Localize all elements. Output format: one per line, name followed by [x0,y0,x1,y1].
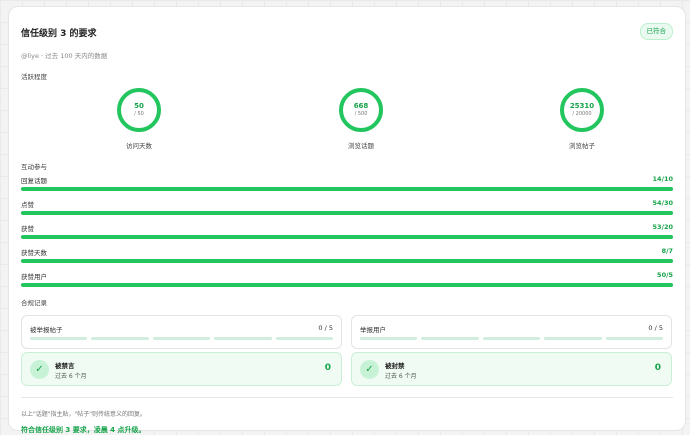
divider [21,397,673,398]
footer-note: 以上"话题"指主贴，"帖子"则传统意义的回复。 [21,411,147,418]
bar-fill [21,283,673,287]
activity-section-label: 活跃程度 [21,73,47,81]
bar-label: 获赞天数 [21,249,47,257]
ring-graphic [560,88,604,132]
bar-replies: 回复话题 14/10 [21,171,673,195]
ring-fill [117,88,161,132]
box-label: 被举报帖子 [30,326,63,334]
progress-ring: 668 / 500 [338,87,384,133]
bar-count: 14/10 [652,175,673,183]
activity-rings: 50 / 50 访问天数 668 / 500 浏览话题 25310 / 2000… [21,87,673,159]
bar-fill [21,187,673,191]
bar-track [21,235,673,239]
ring-goal: / 500 [354,111,368,117]
page-title: 信任级别 3 的要求 [21,29,97,39]
segment-bar [360,337,664,340]
bar-count: 50/5 [657,271,673,279]
suspended-box: ✓ 被封禁 过去 6 个月 0 [351,352,672,386]
ring-label: 访问天数 [126,142,152,150]
bar-liked-users: 获赞用户 50/5 [21,267,673,291]
ring-value: 50 [134,102,144,110]
box-count: 0 / 5 [318,324,333,332]
ring-goal: / 50 [134,111,144,117]
ring-value: 25310 [569,102,595,110]
ok-subtitle: 过去 6 个月 [55,373,87,380]
report-boxes: 被举报帖子 0 / 5 举报用户 0 / 5 [21,315,673,351]
subtitle: @liye · 过去 100 天内的数据 [21,52,108,60]
box-count: 0 / 5 [648,324,663,332]
check-icon: ✓ [30,360,49,379]
bar-fill [21,259,673,263]
box-label: 举报用户 [360,326,386,334]
bar-track [21,259,673,263]
ring-label: 浏览帖子 [569,142,595,150]
progress-ring: 25310 / 20000 [559,87,605,133]
bar-fill [21,235,673,239]
ok-title: 被禁言 [55,362,75,370]
bar-track [21,211,673,215]
bar-likes-received: 获赞 53/20 [21,219,673,243]
status-boxes: ✓ 被禁言 过去 6 个月 0 ✓ 被封禁 过去 6 个月 0 [21,352,673,388]
status-badge: 已符合 [639,23,673,40]
ring-fill [339,88,383,132]
ok-subtitle: 过去 6 个月 [385,373,417,380]
ring-graphic [339,88,383,132]
interaction-section-label: 互动参与 [21,163,47,171]
check-icon: ✓ [360,360,379,379]
bar-label: 获赞用户 [21,273,47,281]
ok-count: 0 [654,363,661,373]
card-header: 信任级别 3 的要求 已符合 [21,19,673,41]
bar-label: 获赞 [21,225,34,233]
ring-viewed-topics: 668 / 500 浏览话题 [321,87,401,150]
ring-goal: / 20000 [572,111,592,117]
bar-count: 54/30 [652,199,673,207]
bar-count: 8/7 [661,247,673,255]
bar-label: 点赞 [21,201,34,209]
ring-value: 668 [353,102,369,110]
reported-users-box: 举报用户 0 / 5 [351,315,672,349]
ok-title: 被封禁 [385,362,405,370]
segment-bar [30,337,334,340]
bar-count: 53/20 [652,223,673,231]
footer-summary: 符合信任级别 3 要求，凌晨 4 点升级。 [21,426,146,434]
reported-posts-box: 被举报帖子 0 / 5 [21,315,342,349]
bar-label: 回复话题 [21,177,47,185]
trust-level-card: 信任级别 3 的要求 已符合 @liye · 过去 100 天内的数据 活跃程度… [8,6,686,434]
interaction-bars: 回复话题 14/10 点赞 54/30 获赞 53/20 获赞天数 8/7 获赞… [21,171,673,291]
ring-viewed-posts: 25310 / 20000 浏览帖子 [542,87,622,150]
silenced-box: ✓ 被禁言 过去 6 个月 0 [21,352,342,386]
bar-liked-days: 获赞天数 8/7 [21,243,673,267]
penalty-section-label: 合规记录 [21,299,47,307]
ring-graphic [117,88,161,132]
ring-label: 浏览话题 [348,142,374,150]
ok-count: 0 [324,363,331,373]
bar-fill [21,211,673,215]
bar-track [21,187,673,191]
ring-visit-days: 50 / 50 访问天数 [99,87,179,150]
progress-ring: 50 / 50 [116,87,162,133]
ring-fill [560,88,604,132]
bar-likes-given: 点赞 54/30 [21,195,673,219]
bar-track [21,283,673,287]
